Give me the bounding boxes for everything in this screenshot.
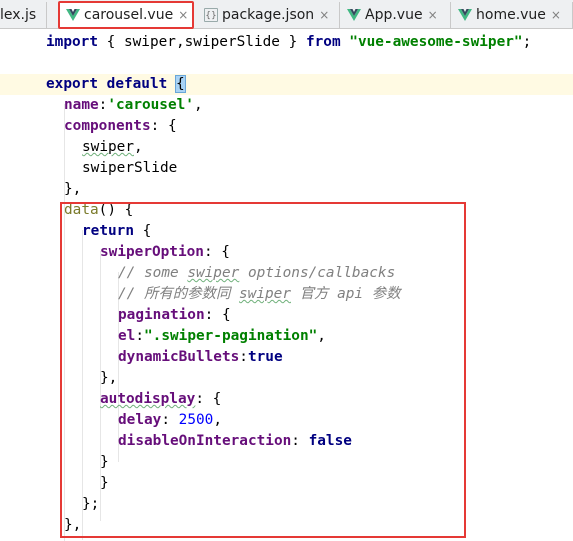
code-line-4: name:'carousel', [64, 97, 203, 113]
code-line-3: export default { [0, 74, 573, 95]
code-line-15: el:".swiper-pagination", [118, 328, 326, 344]
code-line-10: return { [82, 223, 152, 239]
tab-label: App.vue [365, 7, 423, 23]
code-line-19: delay: 2500, [118, 412, 222, 428]
code-line-23: }; [82, 496, 100, 512]
code-line-21: } [100, 454, 109, 470]
tab-package-json[interactable]: {} package.json × [198, 2, 340, 28]
code-line-6: swiper, [82, 139, 143, 155]
tab-label: carousel.vue [84, 7, 174, 23]
code-line-8: }, [64, 181, 82, 197]
code-line-1: import { swiper,swiperSlide } from "vue-… [46, 34, 532, 50]
code-line-18: autodisplay: { [100, 391, 222, 407]
tab-home-vue[interactable]: home.vue × [452, 2, 573, 28]
tab-index-js[interactable]: lex.js [0, 2, 47, 28]
tab-label: lex.js [0, 7, 37, 23]
close-icon[interactable]: × [551, 8, 561, 22]
code-line-5: components: { [64, 118, 177, 134]
close-icon[interactable]: × [428, 8, 438, 22]
vue-icon [66, 9, 80, 21]
vue-icon [458, 9, 472, 21]
tab-label: home.vue [476, 7, 546, 23]
json-file-icon: {} [204, 8, 218, 22]
code-line-17: }, [100, 370, 118, 386]
code-line-11: swiperOption: { [100, 244, 230, 260]
code-line-24: }, [64, 517, 82, 533]
code-line-9: data() { [64, 202, 134, 218]
code-line-12: // some swiper options/callbacks [118, 265, 396, 281]
indent-guide [64, 104, 65, 541]
code-line-7: swiperSlide [82, 160, 178, 176]
tab-carousel-vue[interactable]: carousel.vue × [58, 1, 194, 29]
close-icon[interactable]: × [178, 8, 188, 22]
editor-tab-bar: lex.js carousel.vue × {} package.json × … [0, 0, 573, 29]
code-line-14: pagination: { [118, 307, 231, 323]
code-editor[interactable]: import { swiper,swiperSlide } from "vue-… [0, 30, 573, 541]
close-icon[interactable]: × [319, 8, 329, 22]
code-line-22: } [100, 475, 109, 491]
code-line-16: dynamicBullets:true [118, 349, 283, 365]
tab-app-vue[interactable]: App.vue × [341, 2, 451, 28]
tab-label: package.json [222, 7, 315, 23]
code-line-20: disableOnInteraction: false [118, 433, 352, 449]
vue-icon [347, 9, 361, 21]
code-line-13: // 所有的参数同 swiper 官方 api 参数 [118, 286, 401, 302]
matched-brace: { [175, 75, 186, 93]
